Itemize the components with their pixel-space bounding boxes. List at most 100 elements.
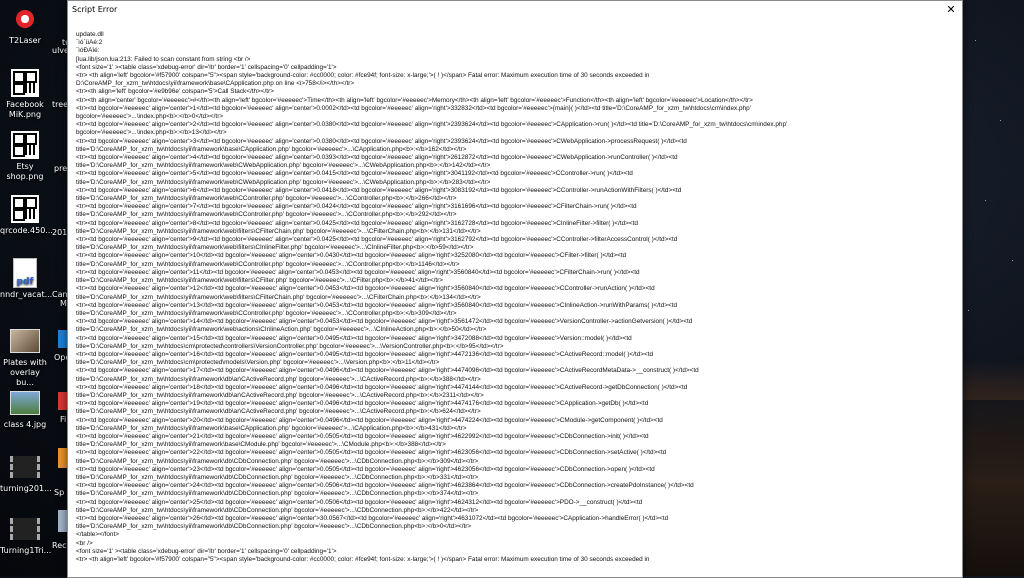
desktop-icon-qrcode[interactable]: qrcode.450... bbox=[0, 194, 53, 236]
t2laser-app-icon bbox=[11, 5, 39, 33]
error-text-line: title='D:\CoreAMP_for_xzm_tw\htdocs\yii\… bbox=[76, 260, 460, 268]
desktop-icon-class4[interactable]: class 4.jpg bbox=[0, 388, 50, 430]
desktop-icon-turning-video[interactable]: turning201... bbox=[0, 452, 52, 494]
desktop-icon-label: Turning1Tri... bbox=[0, 546, 52, 555]
desktop-icon-label: T2Laser bbox=[9, 36, 41, 45]
error-text-line: <tr><td bgcolor='#eeeeec' align='center'… bbox=[76, 186, 682, 194]
error-text-line: <font size='1' ><table class='xdebug-err… bbox=[76, 63, 337, 71]
error-text-line: <tr><td bgcolor='#eeeeec' align='center'… bbox=[76, 482, 694, 490]
error-text-line: `ìóÐÀîé: bbox=[76, 47, 100, 55]
error-text-line: <tr><td bgcolor='#eeeeec' align='center'… bbox=[76, 252, 627, 260]
error-text-line: title='D:\CoreAMP_for_xzm_tw\htdocs\cm\p… bbox=[76, 342, 504, 350]
desktop-icon-label: MiK.png bbox=[8, 110, 42, 119]
error-text-line: <tr><td bgcolor='#eeeeec' align='center'… bbox=[76, 203, 637, 211]
error-text-line: <tr><td bgcolor='#eeeeec' align='center'… bbox=[76, 318, 693, 326]
error-text-line: <tr> <th align='left' bgcolor='#f57900' … bbox=[76, 72, 650, 80]
desktop-icon-label: Plates with bbox=[3, 358, 47, 367]
app-icon-partial bbox=[58, 392, 67, 410]
error-text-line: title='D:\CoreAMP_for_xzm_tw\htdocs\yii\… bbox=[76, 145, 467, 153]
window-title: Script Error bbox=[72, 4, 118, 14]
star bbox=[968, 310, 969, 311]
photo-image-icon bbox=[10, 391, 40, 415]
error-text-line: bgcolor='#eeeeec'>...\index.php<b>:</b>0… bbox=[76, 113, 224, 121]
desktop-icon-label: Facebook bbox=[6, 100, 44, 109]
error-text-line: `ìó´üÄé:2 bbox=[76, 39, 103, 47]
error-text-line: title='D:\CoreAMP_for_xzm_tw\htdocs\yii\… bbox=[76, 277, 444, 285]
desktop-icon-partial-label: Sp bbox=[54, 488, 65, 497]
error-text-line: <tr><td bgcolor='#eeeeec' align='center'… bbox=[76, 465, 655, 473]
error-text-line: <tr><td bgcolor='#eeeeec' align='center'… bbox=[76, 268, 640, 276]
error-text-line: <tr><td bgcolor='#eeeeec' align='center'… bbox=[76, 350, 654, 358]
desktop-icon-partial-label: Fi bbox=[60, 415, 67, 424]
error-text-line: title='D:\CoreAMP_for_xzm_tw\htdocs\yii\… bbox=[76, 326, 487, 334]
error-text-line: title='D:\CoreAMP_for_xzm_tw\htdocs\yii\… bbox=[76, 375, 481, 383]
desktop-icon-t2laser[interactable]: T2Laser bbox=[0, 4, 50, 46]
error-text-line: <tr><td bgcolor='#eeeeec' align='center'… bbox=[76, 104, 751, 112]
error-text-line: <tr><td bgcolor='#eeeeec' align='center'… bbox=[76, 154, 678, 162]
app-icon-partial bbox=[58, 448, 67, 468]
error-text-line: title='D:\CoreAMP_for_xzm_tw\htdocs\yii\… bbox=[76, 391, 484, 399]
error-text-line: <tr><td bgcolor='#eeeeec' align='center'… bbox=[76, 137, 687, 145]
window-titlebar[interactable]: Script Error ✕ bbox=[68, 1, 962, 17]
error-text-line: update.dll bbox=[76, 31, 104, 38]
star bbox=[975, 40, 976, 41]
error-text-line: title='D:\CoreAMP_for_xzm_tw\htdocs\yii\… bbox=[76, 490, 479, 498]
error-text-line: title='D:\CoreAMP_for_xzm_tw\htdocs\yii\… bbox=[76, 227, 481, 235]
star bbox=[985, 200, 986, 201]
error-text-line: <tr><td bgcolor='#eeeeec' align='center'… bbox=[76, 334, 632, 342]
close-icon: ✕ bbox=[946, 2, 956, 16]
error-text-line: title='D:\CoreAMP_for_xzm_tw\htdocs\cm\p… bbox=[76, 359, 440, 367]
error-text-line: <tr><td bgcolor='#eeeeec' align='center'… bbox=[76, 170, 633, 178]
error-text-line: title='D:\CoreAMP_for_xzm_tw\htdocs\yii\… bbox=[76, 424, 467, 432]
desktop-icon-plates-overlay[interactable]: Plates with overlay bu... bbox=[0, 326, 50, 388]
error-text-line: title='D:\CoreAMP_for_xzm_tw\htdocs\yii\… bbox=[76, 178, 491, 186]
error-text-line: <tr> <th align='left' bgcolor='#f57900' … bbox=[76, 556, 650, 563]
qr-code-image-icon bbox=[11, 195, 39, 223]
script-error-window: Script Error ✕ update.dll `ìó´üÄé:2 `ìóÐÀî… bbox=[67, 0, 963, 578]
desktop-icon-label: nndr_vacat... bbox=[0, 290, 53, 299]
error-text-line: title='D:\CoreAMP_for_xzm_tw\htdocs\yii\… bbox=[76, 408, 481, 416]
pdf-document-icon: pdf bbox=[13, 258, 37, 288]
desktop-icon-label: turning201... bbox=[0, 484, 52, 493]
error-text-line: title='D:\CoreAMP_for_xzm_tw\htdocs\yii\… bbox=[76, 473, 479, 481]
close-button[interactable]: ✕ bbox=[940, 1, 962, 17]
desktop-icon-turning1tri-video[interactable]: Turning1Tri... bbox=[0, 514, 52, 556]
error-text-line: <tr><th align='left' bgcolor='#e9b96e' c… bbox=[76, 88, 274, 96]
error-text-line: <font size='1' ><table class='xdebug-err… bbox=[76, 547, 337, 555]
error-text-line: title='D:\CoreAMP_for_xzm_tw\htdocs\yii\… bbox=[76, 441, 446, 449]
error-text-line: <br /> bbox=[76, 539, 93, 547]
error-text-line: <tr><td bgcolor='#eeeeec' align='center'… bbox=[76, 416, 663, 424]
error-text-line: title='D:\CoreAMP_for_xzm_tw\htdocs\yii\… bbox=[76, 244, 474, 252]
desktop-icon-label: shop.png bbox=[6, 172, 44, 181]
error-text-line: title='D:\CoreAMP_for_xzm_tw\htdocs\yii\… bbox=[76, 523, 472, 531]
desktop-icon-partial-label: M bbox=[60, 299, 67, 308]
photo-image-icon bbox=[10, 329, 40, 353]
error-text-line: <tr><td bgcolor='#eeeeec' align='center'… bbox=[76, 432, 649, 440]
desktop-icon-label: class 4.jpg bbox=[3, 420, 47, 429]
video-file-icon bbox=[10, 518, 40, 540]
desktop-icon-nndr-pdf[interactable]: pdf nndr_vacat... bbox=[0, 258, 53, 300]
star bbox=[1012, 260, 1013, 261]
recycle-bin-icon bbox=[58, 510, 67, 532]
error-text-line: <tr><td bgcolor='#eeeeec' align='center'… bbox=[76, 383, 688, 391]
desktop-icon-label: Etsy bbox=[16, 162, 34, 171]
error-text-line: <tr><td bgcolor='#eeeeec' align='center'… bbox=[76, 514, 669, 522]
error-text-line: <tr><td bgcolor='#eeeeec' align='center'… bbox=[76, 498, 643, 506]
qr-code-image-icon bbox=[11, 131, 39, 159]
error-text-line: title='D:\CoreAMP_for_xzm_tw\htdocs\yii\… bbox=[76, 211, 457, 219]
error-text-line: <tr><td bgcolor='#eeeeec' align='center'… bbox=[76, 400, 649, 408]
error-text-line: D:\CoreAMP_for_xzm_tw\htdocs\yii\framewo… bbox=[76, 80, 355, 88]
video-file-icon bbox=[10, 456, 40, 478]
error-text-line: title='D:\CoreAMP_for_xzm_tw\htdocs\yii\… bbox=[76, 457, 479, 465]
desktop-icon-facebook-qr[interactable]: Facebook MiK.png bbox=[0, 68, 50, 120]
error-text-line: title='D:\CoreAMP_for_xzm_tw\htdocs\yii\… bbox=[76, 195, 457, 203]
error-text-line: title='D:\CoreAMP_for_xzm_tw\htdocs\yii\… bbox=[76, 293, 481, 301]
error-text-line: <tr><td bgcolor='#eeeeec' align='center'… bbox=[76, 301, 678, 309]
desktop-icon-partial-label: tree bbox=[52, 100, 69, 109]
error-text-line: <tr><td bgcolor='#eeeeec' align='center'… bbox=[76, 219, 638, 227]
error-text-line: <tr><td bgcolor='#eeeeec' align='center'… bbox=[76, 367, 699, 375]
error-text-line: bgcolor='#eeeeec'>...\index.php<b>:</b>1… bbox=[76, 129, 227, 137]
desktop-icon-etsy-qr[interactable]: Etsy shop.png bbox=[0, 130, 50, 182]
error-text-line: <tr><th align='center' bgcolor='#eeeeec'… bbox=[76, 96, 753, 104]
error-text-line: <tr><td bgcolor='#eeeeec' align='center'… bbox=[76, 285, 655, 293]
